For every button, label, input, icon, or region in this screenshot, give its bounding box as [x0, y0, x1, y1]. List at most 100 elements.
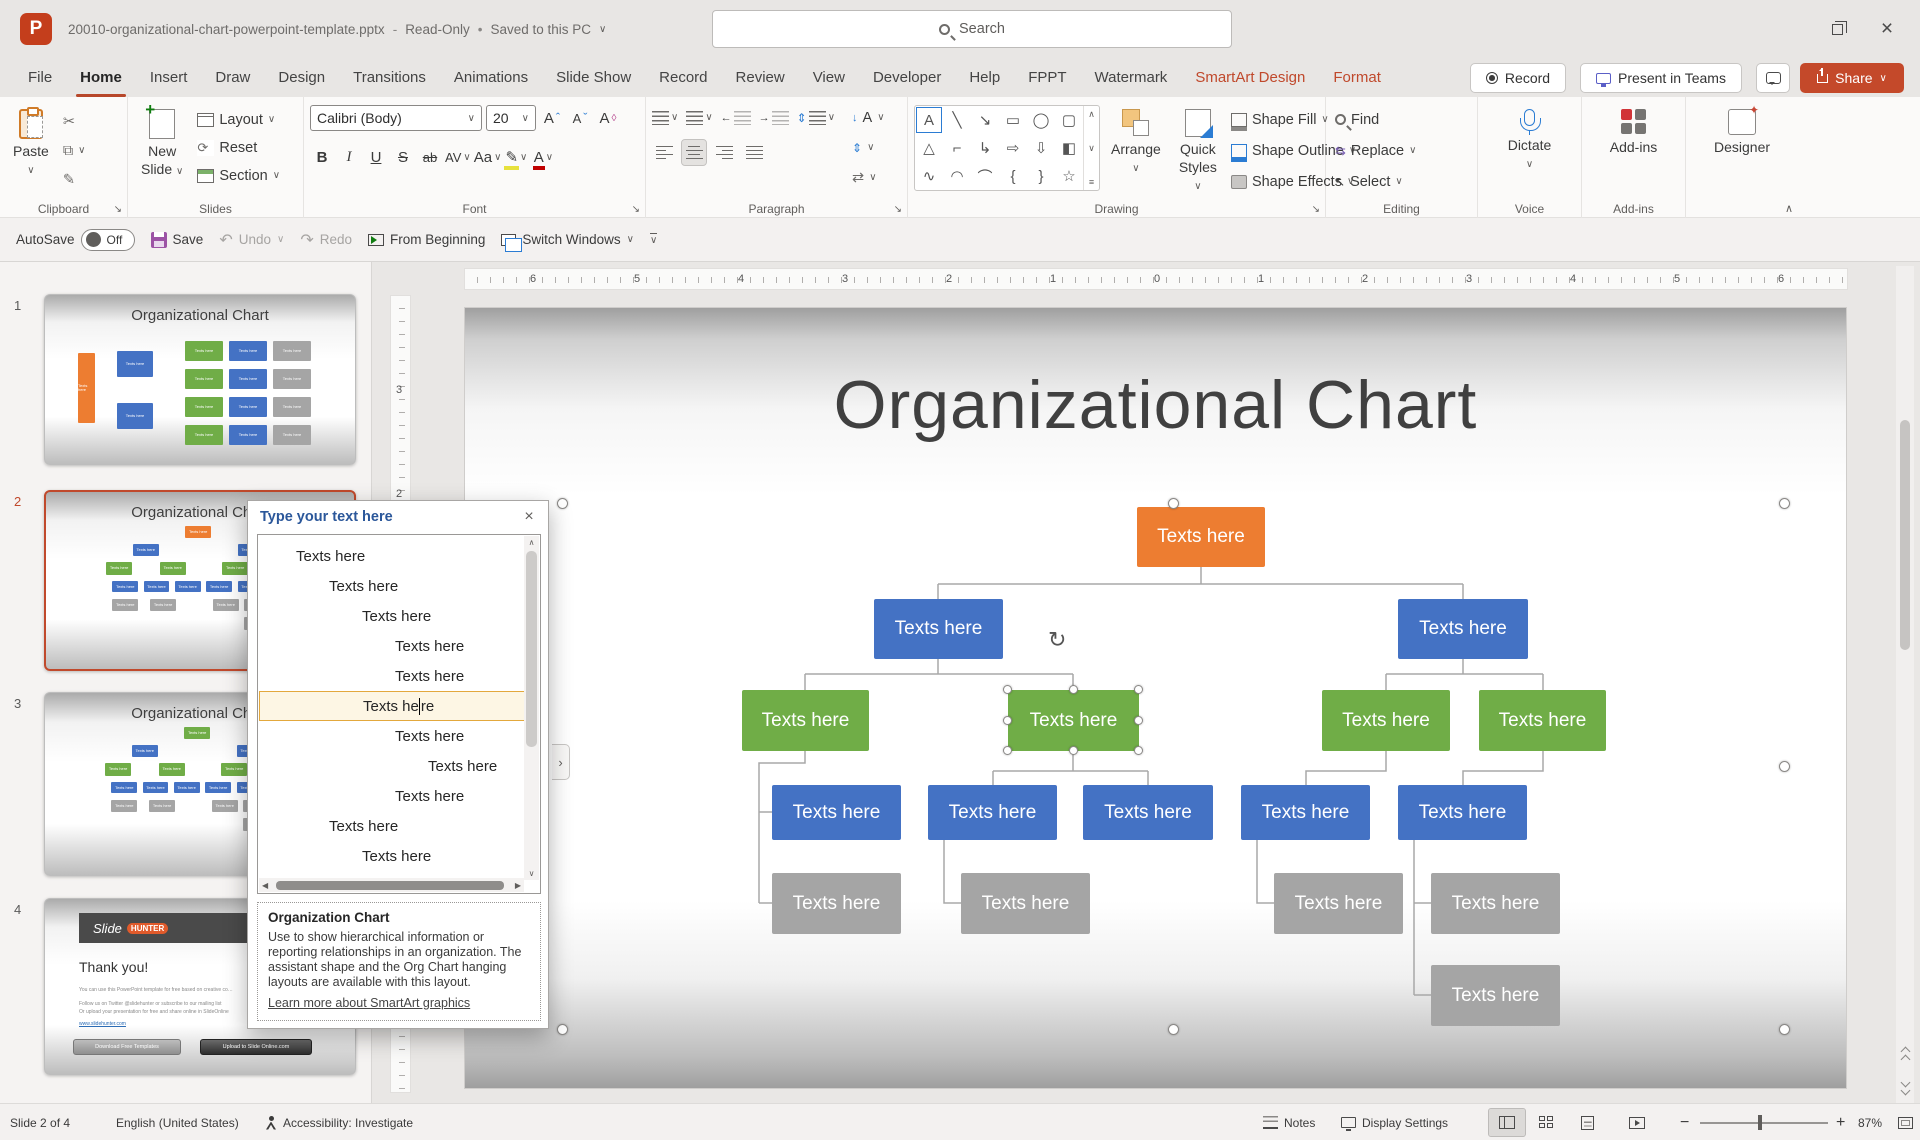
- display-settings-button[interactable]: Display Settings: [1341, 1104, 1448, 1140]
- tab-file[interactable]: File: [14, 58, 66, 97]
- designer-button[interactable]: Designer: [1707, 105, 1777, 161]
- org-node-l4a[interactable]: Texts here: [772, 785, 901, 840]
- shapes-more-icon[interactable]: ≡: [1089, 177, 1094, 187]
- tab-slide-show[interactable]: Slide Show: [542, 58, 645, 97]
- normal-view-button[interactable]: [1489, 1109, 1525, 1136]
- zoom-level[interactable]: 87%: [1858, 1104, 1882, 1140]
- dictate-button[interactable]: Dictate ∨: [1501, 105, 1559, 175]
- from-beginning-button[interactable]: From Beginning: [368, 232, 485, 247]
- close-window-button[interactable]: ×: [1868, 14, 1906, 44]
- slidehunter-link[interactable]: www.slidehunter.com: [79, 1021, 126, 1027]
- shape-cell-2[interactable]: ↘: [973, 108, 997, 132]
- smartart-frame-handle[interactable]: [1779, 761, 1790, 772]
- tab-insert[interactable]: Insert: [136, 58, 202, 97]
- copy-button[interactable]: ⧉∨: [60, 138, 89, 163]
- text-pane-scroll-right-icon[interactable]: ▶: [515, 881, 521, 890]
- text-pane-toggle-button[interactable]: ›: [552, 744, 570, 780]
- fit-to-window-button[interactable]: [1898, 1104, 1913, 1140]
- section-button[interactable]: Section∨: [194, 163, 283, 188]
- tab-smartart-design[interactable]: SmartArt Design: [1181, 58, 1319, 97]
- slide-scrollbar-thumb[interactable]: [1900, 420, 1910, 650]
- align-center-button[interactable]: [682, 140, 706, 165]
- arrange-button[interactable]: Arrange ∨: [1104, 105, 1168, 179]
- underline-button[interactable]: U: [364, 145, 388, 170]
- org-node-l2a[interactable]: Texts here: [874, 599, 1003, 659]
- textpane-row[interactable]: Texts here: [259, 661, 539, 691]
- shape-cell-4[interactable]: ◯: [1029, 108, 1053, 132]
- align-right-button[interactable]: [712, 140, 736, 165]
- tab-fppt[interactable]: FPPT: [1014, 58, 1080, 97]
- org-node-l4d[interactable]: Texts here: [1241, 785, 1370, 840]
- org-node-l3d[interactable]: Texts here: [1479, 690, 1606, 751]
- font-color-button[interactable]: A∨: [531, 145, 555, 170]
- upload-slideonline-button[interactable]: Upload to Slide Online.com: [200, 1039, 312, 1055]
- rotate-handle-icon[interactable]: ↻: [1048, 627, 1066, 653]
- shape-selection-handle[interactable]: [1069, 746, 1078, 755]
- autosave-control[interactable]: AutoSave Off: [16, 229, 135, 251]
- shape-selection-handle[interactable]: [1003, 716, 1012, 725]
- justify-button[interactable]: [742, 140, 766, 165]
- shape-cell-11[interactable]: ◧: [1057, 136, 1081, 160]
- convert-smartart-button[interactable]: ⇄∨: [849, 165, 888, 190]
- decrease-indent-button[interactable]: ←: [721, 105, 751, 130]
- shape-cell-5[interactable]: ▢: [1057, 108, 1081, 132]
- align-text-button[interactable]: ⇕∨: [849, 135, 888, 160]
- quick-styles-button[interactable]: Quick Styles ∨: [1172, 105, 1224, 198]
- tab-transitions[interactable]: Transitions: [339, 58, 440, 97]
- clear-formatting-button[interactable]: A◊: [596, 106, 620, 131]
- smartart-frame-handle[interactable]: [1168, 498, 1179, 509]
- record-button[interactable]: Record: [1470, 63, 1566, 93]
- powerpoint-app-icon[interactable]: P: [20, 13, 52, 45]
- paragraph-dialog-launcher[interactable]: ↘: [894, 204, 902, 215]
- org-node-l4b[interactable]: Texts here: [928, 785, 1057, 840]
- bold-button[interactable]: B: [310, 145, 334, 170]
- cut-button[interactable]: ✂: [60, 109, 89, 134]
- restore-window-button[interactable]: [1818, 14, 1856, 44]
- paste-button[interactable]: Paste ∨: [6, 105, 56, 181]
- numbering-button[interactable]: ∨: [686, 105, 712, 130]
- shape-selection-handle[interactable]: [1069, 685, 1078, 694]
- text-pane-vscroll-thumb[interactable]: [526, 551, 537, 747]
- next-slide-button[interactable]: [1896, 1072, 1914, 1100]
- format-painter-button[interactable]: ✎: [60, 167, 89, 192]
- smartart-frame-handle[interactable]: [1779, 1024, 1790, 1035]
- italic-button[interactable]: I: [337, 145, 361, 170]
- tab-help[interactable]: Help: [955, 58, 1014, 97]
- textpane-row[interactable]: Texts here: [259, 541, 539, 571]
- slideshow-view-button[interactable]: [1619, 1109, 1655, 1136]
- smartart-learn-more-link[interactable]: Learn more about SmartArt graphics: [268, 996, 470, 1010]
- org-node-l5c[interactable]: Texts here: [1274, 873, 1403, 934]
- smartart-frame-handle[interactable]: [557, 1024, 568, 1035]
- org-node-l4c[interactable]: Texts here: [1083, 785, 1213, 840]
- font-name-combo[interactable]: Calibri (Body)∨: [310, 105, 482, 131]
- tab-view[interactable]: View: [799, 58, 859, 97]
- shapes-gallery[interactable]: A╲↘▭◯▢△⌐↳⇨⇩◧∿◠⌒{}☆ ∧ ∨ ≡: [914, 105, 1100, 191]
- shape-cell-6[interactable]: △: [917, 136, 941, 160]
- present-in-teams-button[interactable]: Present in Teams: [1580, 63, 1742, 93]
- shape-selection-handle[interactable]: [1003, 746, 1012, 755]
- shape-cell-14[interactable]: ⌒: [973, 164, 997, 188]
- text-pane-scroll-up-icon[interactable]: ∧: [529, 538, 535, 547]
- select-button[interactable]: ↖Select∨: [1332, 169, 1419, 194]
- org-node-l3c[interactable]: Texts here: [1322, 690, 1450, 751]
- strikethrough-button[interactable]: S: [391, 145, 415, 170]
- shape-cell-17[interactable]: ☆: [1057, 164, 1081, 188]
- ab-strikethrough-button[interactable]: ab: [418, 145, 442, 170]
- zoom-slider-thumb[interactable]: [1758, 1115, 1762, 1130]
- shape-cell-1[interactable]: ╲: [945, 108, 969, 132]
- slide-sorter-view-button[interactable]: [1529, 1109, 1565, 1136]
- tab-design[interactable]: Design: [264, 58, 339, 97]
- slide-scrollbar[interactable]: [1896, 266, 1914, 1103]
- character-spacing-button[interactable]: AV∨: [445, 145, 471, 170]
- comments-button[interactable]: [1756, 63, 1790, 93]
- zoom-out-button[interactable]: −: [1680, 1104, 1689, 1140]
- shape-cell-0[interactable]: A: [917, 108, 941, 132]
- align-left-button[interactable]: [652, 140, 676, 165]
- tab-watermark[interactable]: Watermark: [1081, 58, 1182, 97]
- redo-button[interactable]: ↷Redo: [300, 230, 352, 250]
- zoom-slider-track[interactable]: [1700, 1122, 1828, 1124]
- text-pane-scroll-down-icon[interactable]: ∨: [529, 869, 535, 878]
- text-direction-button[interactable]: ↓A∨: [849, 105, 888, 130]
- line-spacing-button[interactable]: ⇕∨: [797, 105, 835, 130]
- grow-font-button[interactable]: Aˆ: [540, 106, 564, 131]
